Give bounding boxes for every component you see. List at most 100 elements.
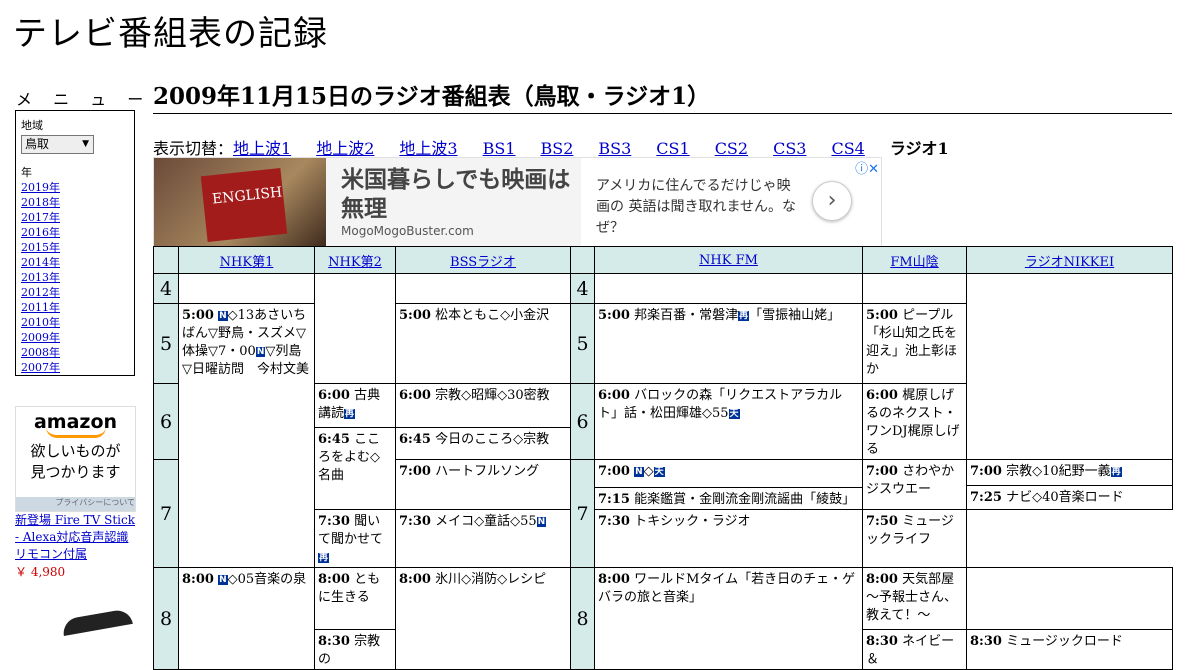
- banner-description[interactable]: アメリカに住んでるだけじゃ映画の 英語は聞き取れません。なぜ？: [596, 176, 801, 239]
- program-title: ハートフルソング: [435, 464, 540, 479]
- banner-headline[interactable]: 米国暮らしでも映画は無理: [341, 166, 571, 224]
- switch-link[interactable]: 地上波3: [399, 139, 457, 158]
- year-link[interactable]: 2017年: [21, 211, 60, 224]
- switch-link[interactable]: BS2: [540, 139, 573, 158]
- switcher-label: 表示切替：: [153, 139, 234, 158]
- amazon-ad[interactable]: amazon 欲しいものが 見つかります プライバシーについて: [15, 406, 136, 512]
- product-link[interactable]: 新登場 Fire TV Stick - Alexa対応音声認識リモコン付属: [15, 512, 140, 563]
- banner-desc-panel: アメリカに住んでるだけじゃ映画の 英語は聞き取れません。なぜ？ › ⓘ✕: [581, 158, 881, 246]
- year-link[interactable]: 2008年: [21, 346, 60, 359]
- year-link[interactable]: 2015年: [21, 241, 60, 254]
- program-title: トキシック・ラジオ: [634, 514, 751, 529]
- year-link[interactable]: 2019年: [21, 181, 60, 194]
- program-title: 今日のこころ◇宗教: [435, 432, 550, 447]
- year-link[interactable]: 2010年: [21, 316, 60, 329]
- switch-link[interactable]: 地上波1: [233, 139, 291, 158]
- schedule-table: NHK第1 NHK第2 BSSラジオ NHK FM FM山陰 ラジオNIKKEI…: [153, 246, 1173, 670]
- program-cell[interactable]: 6:45 こころをよむ◇名曲: [314, 427, 396, 510]
- channel-link[interactable]: NHK FM: [699, 253, 758, 268]
- program-cell[interactable]: 8:00 天気部屋～予報士さん、教えて！～: [862, 567, 967, 630]
- chevron-right-icon[interactable]: ›: [812, 181, 852, 221]
- ad-privacy[interactable]: プライバシーについて: [16, 497, 135, 511]
- program-cell[interactable]: 6:00 バロックの森「リクエストアラカルト」話・松田輝雄◇55天: [594, 383, 863, 460]
- news-mark-icon: N: [536, 517, 547, 527]
- channel-link[interactable]: NHK第2: [328, 255, 382, 270]
- program-cell[interactable]: 7:50 ミュージックライフ: [862, 509, 967, 568]
- banner-ad[interactable]: ENGLISH 米国暮らしでも映画は無理 MogoMogoBuster.com …: [153, 157, 882, 247]
- hour-cell: 8: [153, 567, 179, 670]
- program-title: 能楽鑑賞・金剛流金剛流謡曲「綾鼓」: [634, 492, 856, 507]
- program-time: 8:00: [866, 572, 898, 587]
- program-cell[interactable]: 5:00 邦楽百番・常磐津再「雪振袖山姥」: [594, 303, 863, 384]
- program-cell[interactable]: 7:00 ハートフルソング: [395, 459, 571, 510]
- channel-link[interactable]: BSSラジオ: [450, 255, 516, 270]
- program-cell[interactable]: 7:30 トキシック・ラジオ: [594, 509, 863, 568]
- year-link[interactable]: 2014年: [21, 256, 60, 269]
- empty-cell: [966, 273, 1173, 460]
- hour-header-cell: [570, 246, 595, 274]
- year-link[interactable]: 2011年: [21, 301, 60, 314]
- program-cell[interactable]: 6:00 梶原しげるのネクスト・ワンDJ梶原しげる: [862, 383, 967, 460]
- program-title: バロックの森「リクエストアラカルト」話・松田輝雄◇55: [598, 388, 843, 421]
- program-cell[interactable]: 7:00 宗教◇10紀野一義再 7:25 ナビ◇40音楽ロード: [966, 459, 1173, 510]
- program-cell[interactable]: 6:00 古典講読再: [314, 383, 396, 428]
- amazon-logo: amazon: [33, 411, 118, 433]
- program-cell[interactable]: 8:30 ネイビー＆: [862, 629, 967, 670]
- year-link[interactable]: 2012年: [21, 286, 60, 299]
- program-cell[interactable]: 8:30 宗教の: [314, 629, 396, 670]
- year-link[interactable]: 2007年: [21, 361, 60, 374]
- channel-link[interactable]: FM山陰: [890, 255, 938, 270]
- switch-link[interactable]: BS1: [483, 139, 516, 158]
- ad-close-icon[interactable]: ⓘ✕: [855, 158, 879, 177]
- program-time: 8:30: [866, 634, 898, 649]
- program-title: ◇: [643, 464, 654, 479]
- program-cell[interactable]: 5:00 ピープル「杉山知之氏を迎え」池上彰ほか: [862, 303, 967, 384]
- year-link[interactable]: 2013年: [21, 271, 60, 284]
- program-cell[interactable]: 5:00 松本ともこ◇小金沢: [395, 303, 571, 384]
- switch-link[interactable]: 地上波2: [316, 139, 374, 158]
- program-cell[interactable]: 7:00 N◇天 7:15 能楽鑑賞・金剛流金剛流謡曲「綾鼓」: [594, 459, 863, 510]
- program-title: 「雪振袖山姥」: [749, 308, 841, 323]
- region-label: 地域: [21, 119, 43, 132]
- year-link[interactable]: 2018年: [21, 196, 60, 209]
- switch-link[interactable]: CS2: [715, 139, 748, 158]
- ad-tagline-1: 欲しいものが: [30, 442, 121, 460]
- site-title[interactable]: テレビ番組表の記録: [13, 12, 328, 56]
- channel-link[interactable]: ラジオNIKKEI: [1025, 255, 1114, 270]
- switch-link[interactable]: CS1: [656, 139, 689, 158]
- hour-cell: 7: [570, 459, 595, 568]
- product-price: ￥ 4,980: [15, 565, 66, 579]
- program-cell[interactable]: 8:30 ミュージックロード: [966, 629, 1173, 670]
- program-cell[interactable]: 8:00 氷川◇消防◇レシピ: [395, 567, 571, 670]
- banner-domain: MogoMogoBuster.com: [341, 224, 474, 238]
- program-cell[interactable]: 7:00 さわやかジスウエー: [862, 459, 967, 510]
- region-select[interactable]: 鳥取 ▼: [21, 135, 94, 154]
- year-link[interactable]: 2016年: [21, 226, 60, 239]
- stereo-mark-icon: 天: [728, 409, 740, 419]
- program-time: 6:00: [399, 388, 431, 403]
- channel-link[interactable]: NHK第1: [220, 255, 274, 270]
- program-cell[interactable]: 5:00 N◇13あさいちばん▽野鳥・スズメ▽体操▽7・00N▽列島▽日曜訪問 …: [178, 303, 315, 568]
- program-cell[interactable]: 7:30 メイコ◇童話◇55N: [395, 509, 571, 568]
- hour-cell: 4: [153, 273, 179, 304]
- menu-panel: 地域 鳥取 ▼ 年 2019年 2018年 2017年 2016年 2015年 …: [15, 110, 135, 376]
- program-cell[interactable]: 7:30 聞いて聞かせて再: [314, 509, 396, 568]
- program-title: 宗教◇10紀野一義: [1006, 464, 1111, 479]
- program-cell[interactable]: 8:00 N◇05音楽の泉: [178, 567, 315, 670]
- program-title: ワールドMタイム「若き日のチェ・ゲバラの旅と音楽」: [598, 572, 856, 605]
- empty-cell: [594, 273, 863, 304]
- program-cell[interactable]: 6:00 宗教◇昭輝◇30密教: [395, 383, 571, 428]
- switch-link[interactable]: CS4: [831, 139, 864, 158]
- program-cell[interactable]: 8:00 ともに生きる: [314, 567, 396, 630]
- program-time: 8:30: [318, 634, 350, 649]
- program-cell[interactable]: 6:45 今日のこころ◇宗教: [395, 427, 571, 460]
- switch-link[interactable]: CS3: [773, 139, 806, 158]
- empty-cell: [966, 567, 1173, 630]
- product-image[interactable]: [61, 608, 133, 636]
- year-link[interactable]: 2009年: [21, 331, 60, 344]
- switch-link[interactable]: BS3: [598, 139, 631, 158]
- program-title: ミュージックロード: [1006, 634, 1123, 649]
- program-title: メイコ◇童話◇55: [435, 514, 537, 529]
- hour-cell: 6: [570, 383, 595, 460]
- program-cell[interactable]: 8:00 ワールドMタイム「若き日のチェ・ゲバラの旅と音楽」: [594, 567, 863, 670]
